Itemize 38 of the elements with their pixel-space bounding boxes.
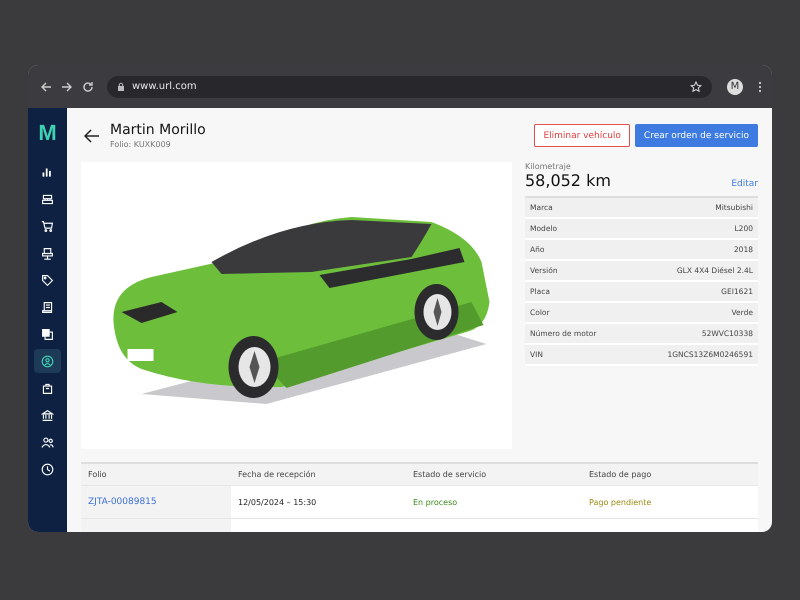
logo: M (38, 120, 57, 146)
seat-icon (41, 246, 54, 260)
clock-icon (41, 462, 54, 476)
tag-icon (41, 274, 54, 286)
bag-icon (41, 382, 54, 394)
register-icon (41, 192, 54, 206)
create-order-button[interactable]: Crear orden de servicio (634, 124, 758, 147)
document-icon (41, 300, 54, 314)
chart-icon (41, 166, 54, 178)
table-cell-text: 12/05/2024 – 15:30 (237, 496, 318, 508)
back-icon[interactable] (40, 80, 52, 92)
lock-icon (117, 82, 125, 92)
column-header: Estado de servicio (412, 469, 488, 481)
mileage-value: 58,052 km (525, 171, 611, 190)
sidebar-item[interactable] (34, 349, 61, 373)
folio-text: Folio: KUXK009 (110, 140, 172, 149)
column-header: Fecha de recepción (237, 469, 317, 481)
customer-name: Martin Morillo (110, 122, 207, 138)
menu-icon[interactable] (758, 80, 762, 92)
bank-icon (41, 408, 54, 422)
folio-link[interactable]: ZJTA-00089815 (81, 486, 231, 518)
copy-icon (41, 328, 54, 340)
url-text: www.url.com (132, 81, 198, 92)
address-bar[interactable]: www.url.com (107, 76, 712, 98)
edit-link[interactable]: Editar (731, 179, 758, 189)
service-status: En proceso (412, 496, 458, 509)
user-circle-icon (41, 354, 54, 368)
payment-status: Pago pendiente (588, 496, 652, 509)
forward-icon[interactable] (61, 80, 73, 92)
reload-icon[interactable] (82, 80, 94, 92)
column-header: Estado de pago (588, 469, 652, 481)
star-icon[interactable] (690, 80, 702, 92)
users-icon (41, 436, 54, 448)
cart-icon (41, 220, 54, 232)
back-arrow-icon[interactable] (84, 128, 100, 142)
profile-avatar[interactable]: M (727, 78, 743, 94)
delete-vehicle-button[interactable]: Eliminar vehículo (534, 124, 630, 147)
mileage-label: Kilometraje (525, 162, 572, 171)
